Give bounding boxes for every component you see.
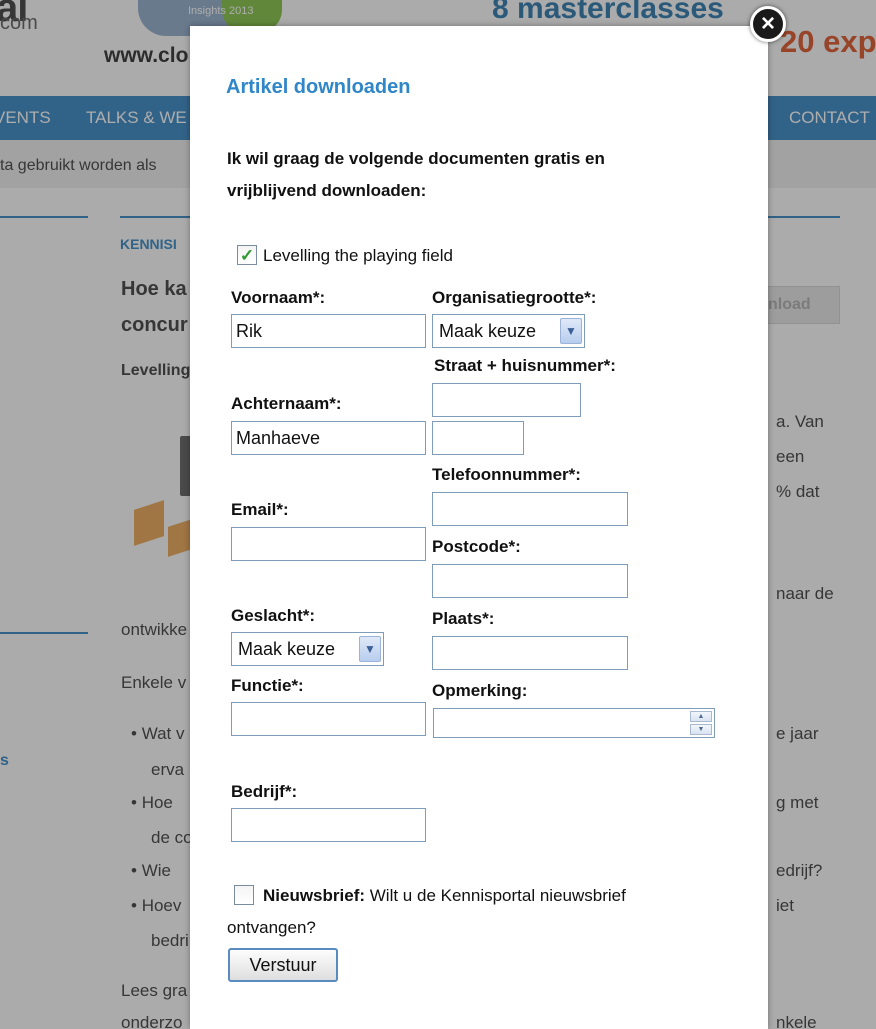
- newsletter-label-bold: Nieuwsbrief:: [263, 886, 366, 905]
- dialog-title: Artikel downloaden: [226, 76, 411, 98]
- geslacht-label: Geslacht*:: [231, 606, 316, 625]
- newsletter-label: Nieuwsbrief: Wilt u de Kennisportal nieu…: [263, 886, 626, 906]
- dialog-intro: Ik wil graag de volgende documenten grat…: [227, 149, 605, 200]
- geslacht-selected: Maak keuze: [238, 638, 336, 659]
- voornaam-field[interactable]: [231, 314, 426, 348]
- straat-label: Straat + huisnummer*:: [434, 356, 616, 375]
- achternaam-label: Achternaam*:: [231, 394, 342, 413]
- organisatiegrootte-select[interactable]: Maak keuze ▼: [432, 314, 585, 348]
- functie-label: Functie*:: [231, 676, 304, 695]
- bedrijf-label: Bedrijf*:: [231, 782, 298, 801]
- close-icon: ×: [760, 10, 775, 37]
- opmerking-textarea[interactable]: ▲ ▼: [433, 708, 715, 738]
- document-checkbox[interactable]: ✓: [237, 245, 257, 265]
- plaats-label: Plaats*:: [432, 609, 495, 628]
- organisatiegrootte-label: Organisatiegrootte*:: [432, 288, 597, 307]
- achternaam-field[interactable]: [231, 421, 426, 455]
- functie-field[interactable]: [231, 702, 426, 736]
- newsletter-checkbox[interactable]: [234, 885, 254, 905]
- bedrijf-field[interactable]: [231, 808, 426, 842]
- organisatiegrootte-selected: Maak keuze: [439, 320, 537, 341]
- huisnummer-field[interactable]: [432, 421, 524, 455]
- email-field[interactable]: [231, 527, 426, 561]
- down-arrow-icon[interactable]: ▼: [690, 724, 712, 735]
- document-checkbox-label: Levelling the playing field: [263, 246, 453, 265]
- postcode-label: Postcode*:: [432, 537, 521, 556]
- telefoonnummer-label: Telefoonnummer*:: [432, 465, 581, 484]
- up-arrow-icon[interactable]: ▲: [690, 711, 712, 722]
- chevron-down-icon[interactable]: ▼: [560, 318, 582, 344]
- postcode-field[interactable]: [432, 564, 628, 598]
- plaats-field[interactable]: [432, 636, 628, 670]
- straat-field[interactable]: [432, 383, 581, 417]
- chevron-down-icon[interactable]: ▼: [359, 636, 381, 662]
- checkmark-icon: ✓: [239, 245, 255, 265]
- newsletter-label-text: Wilt u de Kennisportal nieuwsbrief: [369, 886, 626, 905]
- newsletter-label-line2: ontvangen?: [227, 918, 316, 937]
- geslacht-select[interactable]: Maak keuze ▼: [231, 632, 384, 666]
- telefoonnummer-field[interactable]: [432, 492, 628, 526]
- submit-button[interactable]: Verstuur: [228, 948, 338, 982]
- close-button[interactable]: ×: [750, 6, 786, 42]
- email-label: Email*:: [231, 500, 289, 519]
- opmerking-label: Opmerking:: [432, 681, 528, 700]
- voornaam-label: Voornaam*:: [231, 288, 326, 307]
- download-dialog: Artikel downloaden Ik wil graag de volge…: [190, 26, 768, 1029]
